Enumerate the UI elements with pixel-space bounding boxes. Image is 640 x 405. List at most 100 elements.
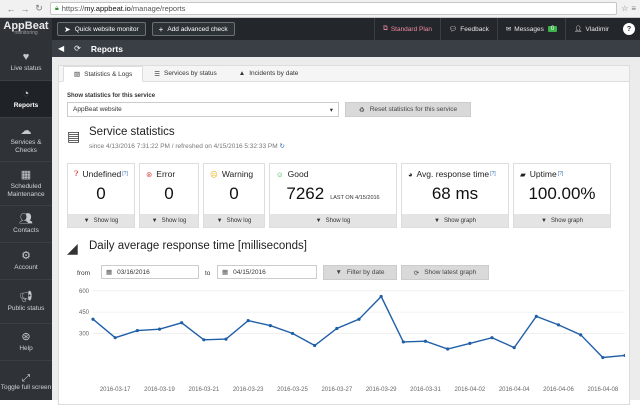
- show-graph-button[interactable]: ▼ Show graph: [402, 214, 508, 227]
- show-log-button[interactable]: ▼ Show log: [204, 214, 264, 227]
- x-tick-label: 2016-03-25: [277, 387, 308, 393]
- series-line: [92, 295, 625, 359]
- show-log-button[interactable]: ▼ Show log: [68, 214, 134, 227]
- stat-value: 68 ms: [431, 184, 479, 203]
- show-log-button[interactable]: ▼ Show log: [140, 214, 198, 227]
- tab-incidents-by-date[interactable]: ▲ Incidents by date: [228, 66, 310, 81]
- sidebar-item-account[interactable]: ⚙ Account: [0, 243, 52, 280]
- stat-name: Error: [156, 169, 176, 179]
- show-log-label: Show log: [226, 217, 252, 224]
- sidebar-item-public-status[interactable]: 📢︎ Public status: [0, 280, 52, 324]
- bullhorn-icon: 📢︎: [19, 290, 33, 303]
- logo[interactable]: AppBeat monitoring: [0, 18, 52, 44]
- service-statistics-title: Service statistics: [89, 126, 175, 138]
- star-icon[interactable]: ☆: [621, 4, 628, 13]
- filter-by-date-button[interactable]: ▼ Filter by date: [323, 265, 397, 280]
- quick-monitor-button[interactable]: ➤ Quick website monitor: [57, 22, 146, 36]
- stat-name: Undefined: [82, 169, 122, 179]
- feedback-link[interactable]: 💬︎ Feedback: [440, 18, 497, 40]
- data-point: [534, 314, 538, 318]
- tab-services-by-status[interactable]: ☰ Services by status: [143, 66, 228, 81]
- sidebar-item-label: Services & Checks: [10, 139, 42, 154]
- data-point: [601, 355, 605, 360]
- messages-link[interactable]: ✉ Messages 0: [496, 18, 565, 40]
- stat-card-uptime: ▰ Uptime [?] 100.00% ▼ Show graph: [513, 163, 611, 228]
- area-chart-icon: ▨: [74, 71, 81, 78]
- user-menu[interactable]: 👤︎ Vladimir: [565, 18, 617, 40]
- stat-help-link[interactable]: [?]: [558, 171, 564, 177]
- plan-link[interactable]: ⧉ Standard Plan: [374, 18, 440, 40]
- x-tick-label: 2016-03-23: [233, 387, 264, 393]
- external-link-icon: ⧉: [383, 25, 388, 32]
- address-bar[interactable]: 🔒︎ https://my.appbeat.io/manage/reports: [50, 2, 618, 15]
- area-chart-icon: ◢: [67, 240, 78, 256]
- forward-arrow-icon[interactable]: →: [18, 2, 32, 16]
- help-button[interactable]: ?: [623, 23, 635, 35]
- line-chart-icon: ▰: [520, 169, 526, 179]
- x-tick-label: 2016-04-04: [499, 387, 530, 393]
- plan-label: Standard Plan: [390, 25, 433, 33]
- sidebar-item-contacts[interactable]: 👥︎ Contacts: [0, 206, 52, 243]
- sidebar-item-live-status[interactable]: ♥ Live status: [0, 44, 52, 81]
- tab-label: Services by status: [164, 70, 217, 77]
- messages-label: Messages: [514, 25, 544, 33]
- data-point: [423, 339, 428, 343]
- sidebar-item-help[interactable]: ⊛ Help: [0, 324, 52, 361]
- show-log-label: Show log: [93, 217, 119, 224]
- x-tick-label: 2016-04-02: [454, 387, 485, 393]
- tab-statistics[interactable]: ▨ Statistics & Logs: [63, 66, 144, 82]
- sidebar-item-services[interactable]: ☁ Services & Checks: [0, 118, 52, 162]
- reload-icon[interactable]: ↻: [32, 2, 46, 16]
- data-point: [91, 317, 95, 321]
- stat-name: Good: [287, 169, 309, 179]
- stat-help-link[interactable]: [?]: [122, 171, 128, 177]
- service-statistics-subtitle: since 4/13/2016 7:31:22 PM / refreshed o…: [89, 142, 285, 150]
- to-date-input[interactable]: ▦ 04/15/2016: [217, 265, 317, 279]
- show-latest-graph-button[interactable]: ⟳ Show latest graph: [401, 265, 489, 280]
- tab-label: Incidents by date: [249, 70, 299, 77]
- tab-bar: ▨ Statistics & Logs ☰ Services by status…: [59, 66, 629, 82]
- show-graph-label: Show graph: [550, 217, 583, 224]
- refresh-icon[interactable]: ↻: [279, 143, 284, 150]
- stat-name: Uptime: [529, 169, 557, 179]
- data-point: [290, 331, 295, 336]
- top-bar: ➤ Quick website monitor + Add advanced c…: [52, 18, 640, 40]
- back-arrow-icon[interactable]: ←: [4, 2, 18, 16]
- service-select[interactable]: AppBeat website ▾: [67, 102, 339, 117]
- stat-value: 100.00%: [528, 184, 596, 203]
- stat-last-on: LAST ON 4/15/2016: [330, 195, 380, 201]
- toggle-fullscreen-button[interactable]: ⤢ Toggle full screen: [0, 364, 52, 400]
- menu-icon[interactable]: ≡: [631, 4, 636, 13]
- reset-statistics-button[interactable]: ♻ Reset statistics for this service: [345, 102, 471, 117]
- sidebar: AppBeat monitoring ♥ Live status ◔ Repor…: [0, 18, 52, 400]
- show-log-button[interactable]: ▼ Show log: [270, 214, 396, 227]
- feedback-label: Feedback: [460, 25, 489, 33]
- data-point: [468, 341, 472, 345]
- refresh-icon[interactable]: ⟳: [74, 44, 81, 53]
- stat-card-undefined: ❓︎ Undefined [?] 0 ▼ Show log: [67, 163, 135, 228]
- data-point: [512, 346, 516, 350]
- from-date-input[interactable]: ▦ 03/16/2016: [101, 265, 199, 279]
- sidebar-item-maintenance[interactable]: ▦ Scheduled Maintenance: [0, 162, 52, 206]
- y-tick-label: 600: [79, 289, 90, 295]
- from-label: from: [77, 270, 90, 277]
- stat-help-link[interactable]: [?]: [490, 171, 496, 177]
- comment-icon: 💬︎: [449, 26, 458, 33]
- stat-value: 0: [164, 184, 174, 203]
- back-arrow-icon[interactable]: ◀: [58, 44, 64, 53]
- recycle-icon: ♻: [358, 106, 365, 114]
- show-graph-button[interactable]: ▼ Show graph: [514, 214, 610, 227]
- messages-count-badge: 0: [547, 26, 558, 32]
- paper-plane-icon: ➤: [64, 24, 71, 34]
- filter-icon: ▼: [335, 269, 342, 276]
- sidebar-item-reports[interactable]: ◔ Reports: [0, 81, 52, 118]
- data-point: [246, 319, 250, 323]
- expand-icon: ⤢: [22, 373, 30, 384]
- gears-icon: ⚙: [21, 250, 31, 263]
- data-point: [556, 323, 561, 327]
- add-check-button[interactable]: + Add advanced check: [151, 22, 235, 36]
- data-point: [490, 336, 494, 340]
- calendar-icon: ▦: [222, 269, 229, 276]
- calendar-icon: ▦: [106, 269, 113, 276]
- data-point: [113, 336, 117, 340]
